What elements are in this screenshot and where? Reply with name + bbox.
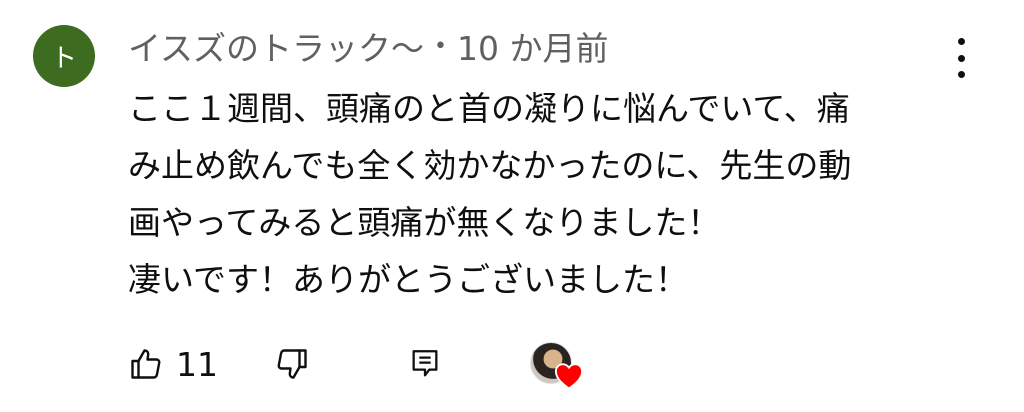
comment-actions: 11: [128, 338, 608, 390]
comment-line: 凄いです！ありがとうございました！: [128, 260, 689, 299]
reply-button[interactable]: [408, 338, 442, 390]
comment-timestamp[interactable]: 10 か月前: [457, 22, 608, 70]
creator-heart[interactable]: [528, 338, 588, 390]
header-separator: •: [434, 33, 447, 59]
comment-author[interactable]: イスズのトラック〜: [128, 22, 424, 70]
comment-body: ここ１週間、頭痛のと首の凝りに悩んでいて、痛 み止め飲んでも全く効かなかったのに…: [128, 80, 968, 308]
like-count: 11: [176, 344, 218, 384]
reply-icon: [412, 350, 438, 377]
heart-icon: [554, 363, 584, 390]
dislike-button[interactable]: [274, 338, 310, 390]
comment-line: ここ１週間、頭痛のと首の凝りに悩んでいて、痛: [128, 89, 850, 128]
comment-line: み止め飲んでも全く効かなかったのに、先生の動: [128, 146, 852, 185]
comment-avatar[interactable]: ト: [33, 25, 95, 87]
thumbs-down-icon: [277, 349, 307, 379]
like-button[interactable]: 11: [128, 338, 218, 390]
comment-header: イスズのトラック〜 • 10 か月前: [128, 22, 608, 70]
avatar-letter: ト: [50, 43, 77, 74]
comment-line: 画やってみると頭痛が無くなりました！: [128, 203, 721, 242]
more-vertical-icon[interactable]: [944, 38, 978, 78]
thumbs-up-icon: [131, 349, 161, 379]
